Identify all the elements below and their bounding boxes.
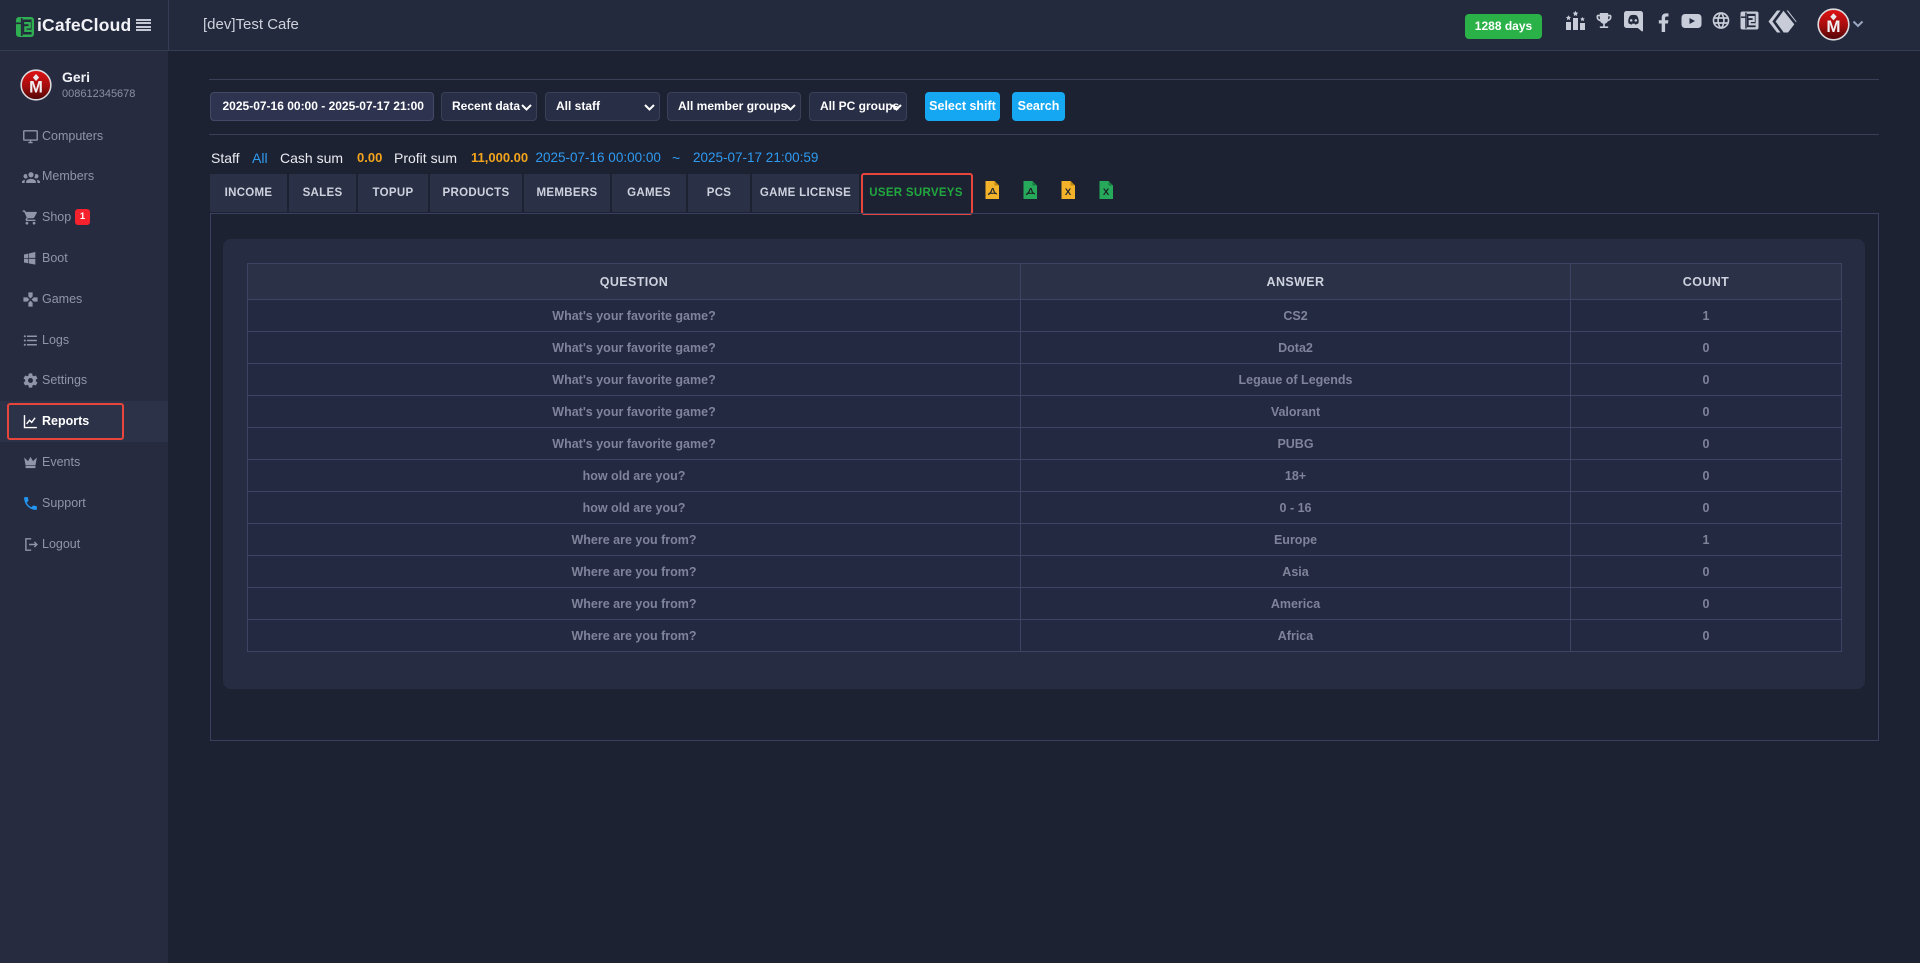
svg-text:X: X (1065, 187, 1072, 198)
svg-text:X: X (1103, 187, 1110, 198)
